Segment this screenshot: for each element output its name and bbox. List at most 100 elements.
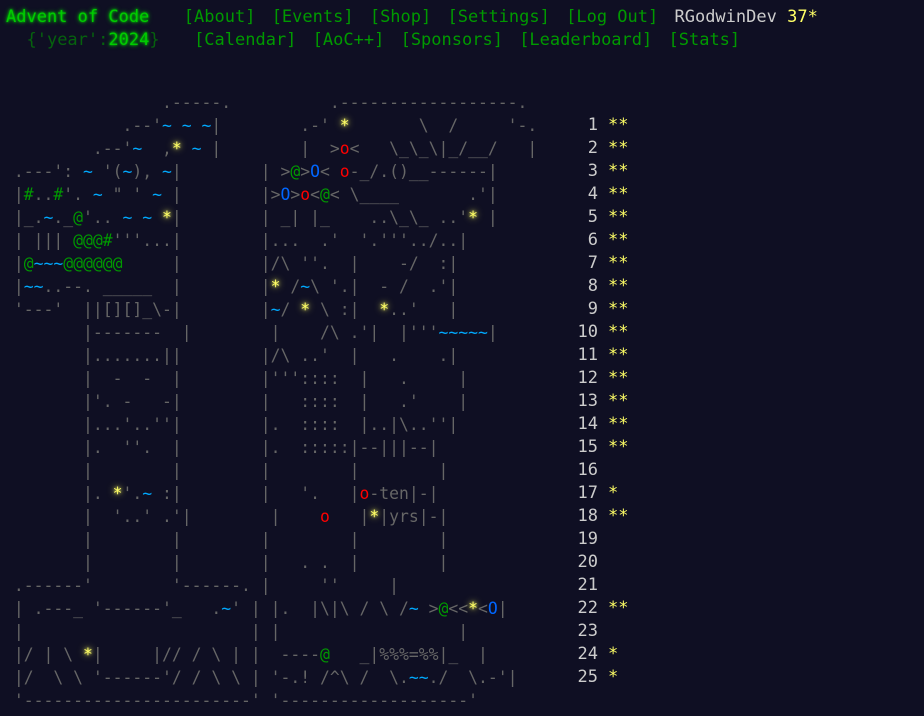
day-number: 21 [577,575,598,595]
day-10-link[interactable]: 10 ** [572,321,629,344]
calendar-art-line: | .---_ '------'_ .~' | |. |\|\ / \ /~ >… [13,599,508,618]
calendar-art-line: .---': ~ '(~), ~| | >@>O< o-_/.()__-----… [13,162,498,181]
day-3-link[interactable]: 3 ** [572,160,629,183]
day-15-link[interactable]: 15 ** [572,436,629,459]
day-number: 8 [587,276,598,296]
nav-logout[interactable]: [Log Out] [566,7,658,27]
nav-shop[interactable]: [Shop] [370,7,431,27]
calendar-art-line: | | | | [13,622,469,641]
day-number: 10 [577,322,598,342]
day-number: 19 [577,529,598,549]
day-stars: ** [608,230,629,250]
calendar-art-line: .--'~ ~ ~| .-' * \ / '-. [122,116,538,135]
nav-aocpp[interactable]: [AoC++] [313,30,385,50]
nav-calendar[interactable]: [Calendar] [194,30,296,50]
day-number: 4 [587,184,598,204]
calendar-art-line: '---' ||[][]_\-| |~/ * \ :| *..' | [13,300,459,319]
day-stars: * [608,483,619,503]
calendar-ascii-art[interactable]: .-----. .------------------. .--'~ ~ ~| … [4,91,537,712]
calendar-art-line: |.......|| |/\ ..' | . .| [83,346,459,365]
day-13-link[interactable]: 13 ** [572,390,629,413]
day-4-link[interactable]: 4 ** [572,183,629,206]
calendar-art-line: | '..' .'| | o |*|yrs|-| [83,507,449,526]
day-stars: * [608,644,619,664]
day-number: 25 [577,667,598,687]
day-stars: ** [608,506,629,526]
day-stars: ** [608,414,629,434]
calendar-art-line: |'. - -| | :::: | .' | [83,392,469,411]
day-number: 3 [587,161,598,181]
calendar-art-line: |. *'.~ :| | '. |o-ten|-| [83,484,439,503]
calendar-art-line: | - - | |''':::: | . | [83,369,469,388]
day-number: 5 [587,207,598,227]
nav-settings[interactable]: [Settings] [448,7,550,27]
day-stars: ** [608,368,629,388]
day-number: 2 [587,138,598,158]
day-25-link[interactable]: 25 * [572,666,628,689]
day-19-link[interactable]: 19 [572,528,628,551]
nav-about[interactable]: [About] [184,7,256,27]
day-stars: ** [608,299,629,319]
day-22-link[interactable]: 22 ** [572,597,629,620]
day-stars: ** [608,391,629,411]
nav-events[interactable]: [Events] [272,7,354,27]
day-number: 20 [577,552,598,572]
calendar-art-line: .-----. .------------------. [162,93,528,112]
header-row-top: Advent of Code [About] [Events] [Shop] [… [6,6,818,29]
day-number: 1 [587,115,598,135]
calendar-art-line: | | | | | [83,461,449,480]
day-number: 16 [577,460,598,480]
day-number: 15 [577,437,598,457]
day-2-link[interactable]: 2 ** [572,137,629,160]
day-8-link[interactable]: 8 ** [572,275,629,298]
day-stars: ** [608,345,629,365]
day-23-link[interactable]: 23 [572,620,628,643]
day-21-link[interactable]: 21 [572,574,628,597]
day-stars: ** [608,161,629,181]
day-17-link[interactable]: 17 * [572,482,628,505]
day-20-link[interactable]: 20 [572,551,628,574]
day-number: 14 [577,414,598,434]
username: RGodwinDev [674,7,777,27]
day-5-link[interactable]: 5 ** [572,206,629,229]
calendar-art-line: |/ \ \ '------'/ / \ \ | '-.! /^\ / \.~~… [13,668,518,687]
nav-leaderboard[interactable]: [Leaderboard] [519,30,652,50]
calendar-art-line: | | | | | [83,530,449,549]
day-number: 9 [587,299,598,319]
calendar-art-line: |...'..''| |. :::: |..|\..''| [83,415,459,434]
calendar-art-line: | ||| @@@#'''...| |... .' '.'''../..| [13,231,469,250]
site-title-link[interactable]: Advent of Code [6,7,149,27]
day-number: 7 [587,253,598,273]
day-24-link[interactable]: 24 * [572,643,628,666]
day-number: 11 [577,345,598,365]
calendar-art-line: .--'~ ,* ~ | | >o< \_\_\|_/__/ | [92,139,538,158]
day-stars: ** [608,184,629,204]
day-list: 1 ** 2 ** 3 ** 4 ** 5 ** 6 ** 7 ** 8 ** 9 ** 10 ** 11 ** 12 ** 1… [572,114,629,689]
year-link[interactable]: 2024 [108,30,149,50]
day-stars: ** [608,437,629,457]
day-number: 23 [577,621,598,641]
day-18-link[interactable]: 18 ** [572,505,629,528]
day-6-link[interactable]: 6 ** [572,229,629,252]
total-stars: 37* [787,7,818,27]
calendar-art-line: |@~~~@@@@@@ | |/\ ''. | -/ :| [13,254,459,273]
day-9-link[interactable]: 9 ** [572,298,629,321]
day-16-link[interactable]: 16 [572,459,628,482]
day-12-link[interactable]: 12 ** [572,367,629,390]
day-14-link[interactable]: 14 ** [572,413,629,436]
day-stars: ** [608,115,629,135]
calendar-art-line: |_.~._@'.. ~ ~ *| | _| |_ ..\_\_ ..'* | [13,208,498,227]
day-number: 24 [577,644,598,664]
nav-sponsors[interactable]: [Sponsors] [401,30,503,50]
calendar-art-line: |. ''. | |. :::::|--|||--| [83,438,439,457]
calendar-art-line: |~~..--. _____ | |* /~\ '.| - / .'| [13,277,459,296]
day-11-link[interactable]: 11 ** [572,344,629,367]
day-number: 18 [577,506,598,526]
header-row-bottom: {'year':2024} [Calendar] [AoC++] [Sponso… [6,29,746,52]
calendar-art-line: |------- | | /\ .'| |'''~~~~~| [83,323,498,342]
day-number: 12 [577,368,598,388]
day-1-link[interactable]: 1 ** [572,114,629,137]
day-stars: ** [608,207,629,227]
day-7-link[interactable]: 7 ** [572,252,629,275]
nav-stats[interactable]: [Stats] [669,30,741,50]
